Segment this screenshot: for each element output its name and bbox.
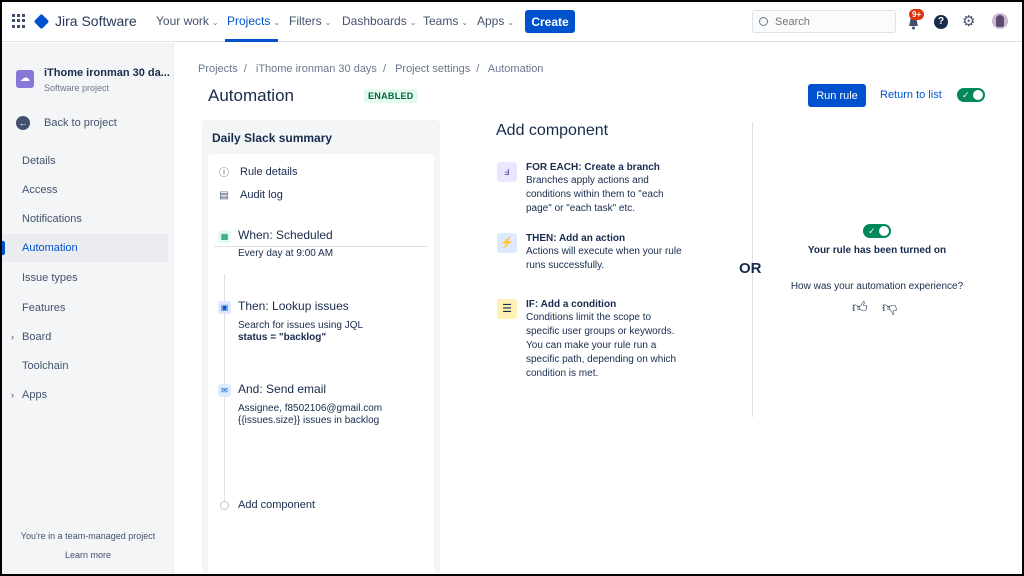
step-lookup-title[interactable]: Then: Lookup issues — [238, 299, 349, 313]
breadcrumb-project-settings[interactable]: Project settings — [395, 63, 470, 75]
chevron-down-icon: ⌄ — [461, 18, 469, 27]
check-icon: ✓ — [868, 226, 876, 236]
step-lookup-desc: Search for issues using JQL — [238, 320, 364, 331]
notification-count-badge: 9+ — [909, 9, 925, 20]
active-nav-indicator — [225, 39, 278, 42]
breadcrumb-projects[interactable]: Projects — [198, 63, 238, 75]
add-component-link[interactable]: Add component — [238, 499, 315, 511]
user-avatar[interactable] — [992, 13, 1008, 29]
add-component-dot — [220, 501, 229, 510]
project-sidebar: ☁ iThome ironman 30 da... Software proje… — [2, 43, 174, 574]
check-icon: ✓ — [962, 90, 970, 100]
settings-gear-icon[interactable]: ⚙ — [962, 14, 975, 29]
document-icon: ▤ — [219, 189, 229, 201]
step-lookup-jql: status = "backlog" — [238, 332, 327, 343]
for-each-desc: Branches apply actions and conditions wi… — [526, 175, 664, 214]
for-each-title[interactable]: FOR EACH: Create a branch — [526, 162, 660, 173]
thumbs-up-icon[interactable]: 👍︎ — [852, 300, 868, 316]
rule-enabled-toggle[interactable]: ✓ — [957, 88, 985, 102]
nav-filters[interactable]: Filters ⌄ — [289, 14, 331, 28]
breadcrumb-project[interactable]: iThome ironman 30 days — [256, 63, 377, 75]
create-button[interactable]: Create — [525, 10, 575, 33]
rule-turned-on-message: Your rule has been turned on — [807, 245, 947, 256]
jira-diamond-icon — [33, 13, 50, 29]
thumbs-down-icon[interactable]: 👎︎ — [882, 300, 897, 316]
audit-log-link[interactable]: ▤ Audit log — [218, 189, 283, 201]
search-icon — [759, 17, 768, 26]
project-name[interactable]: iThome ironman 30 da... — [44, 67, 170, 79]
chevron-down-icon: ⌄ — [211, 18, 219, 27]
learn-more-link[interactable]: Learn more — [2, 550, 174, 560]
sidebar-item-access[interactable]: Access — [2, 176, 168, 204]
then-action-title[interactable]: THEN: Add an action — [526, 233, 625, 244]
breadcrumb: Projects / iThome ironman 30 days / Projec… — [198, 63, 544, 75]
app-switcher-icon[interactable] — [12, 14, 26, 28]
rule-details-link[interactable]: ⓘ Rule details — [218, 164, 297, 180]
project-cloud-icon: ☁ — [16, 70, 34, 88]
nav-apps[interactable]: Apps ⌄ — [477, 14, 514, 28]
back-to-project-label: Back to project — [44, 117, 117, 129]
run-rule-button[interactable]: Run rule — [808, 84, 866, 107]
step-trigger-title[interactable]: When: Scheduled — [238, 228, 333, 242]
lightning-icon: ⚡ — [497, 233, 517, 253]
if-condition-desc: Conditions limit the scope to specific u… — [526, 312, 677, 379]
search-box[interactable] — [752, 10, 896, 33]
info-icon: ⓘ — [219, 168, 229, 179]
lookup-issues-icon: ▣ — [218, 301, 231, 314]
team-managed-footer: You're in a team-managed project Learn m… — [2, 531, 174, 560]
chevron-right-icon: › — [11, 390, 14, 400]
chevron-down-icon: ⌄ — [273, 18, 281, 27]
step-email-desc: Assignee, f8502106@gmail.com — [238, 403, 383, 414]
chevron-right-icon: › — [11, 332, 14, 342]
step-trigger-desc: Every day at 9:00 AM — [238, 248, 334, 259]
project-type: Software project — [44, 83, 110, 93]
status-badge: ENABLED — [364, 89, 418, 103]
search-input[interactable] — [775, 15, 885, 28]
rule-panel: Daily Slack summary ⓘ Rule details ▤ Aud… — [202, 120, 440, 574]
team-managed-text: You're in a team-managed project — [20, 531, 156, 541]
or-label: OR — [739, 260, 762, 277]
nav-projects[interactable]: Projects ⌄ — [227, 14, 280, 28]
email-icon: ✉ — [218, 384, 231, 397]
sidebar-item-apps[interactable]: › Apps — [2, 381, 168, 409]
sidebar-item-issue-types[interactable]: Issue types — [2, 264, 168, 292]
sidebar-item-automation[interactable]: Automation — [2, 234, 168, 262]
rule-name[interactable]: Daily Slack summary — [212, 131, 332, 145]
branch-icon: ⅎ — [497, 162, 517, 182]
then-action-desc: Actions will execute when your rule runs… — [526, 246, 682, 271]
step-email-title[interactable]: And: Send email — [238, 382, 326, 396]
nav-dashboards[interactable]: Dashboards ⌄ — [342, 14, 416, 28]
back-to-project-link[interactable]: ← Back to project — [16, 116, 117, 130]
top-navigation: Jira Software Your work ⌄ Projects ⌄ Filte… — [2, 2, 1022, 42]
back-arrow-icon: ← — [16, 116, 30, 130]
if-condition-title[interactable]: IF: Add a condition — [526, 299, 616, 310]
chevron-down-icon: ⌄ — [324, 18, 332, 27]
rule-on-toggle[interactable]: ✓ — [863, 224, 891, 238]
chevron-down-icon: ⌄ — [409, 18, 417, 27]
jira-window: Jira Software Your work ⌄ Projects ⌄ Filte… — [2, 2, 1022, 574]
help-icon[interactable]: ? — [934, 15, 948, 29]
chevron-down-icon: ⌄ — [507, 18, 515, 27]
sidebar-item-notifications[interactable]: Notifications — [2, 205, 168, 233]
sidebar-item-features[interactable]: Features — [2, 294, 168, 322]
page-title: Automation — [208, 86, 294, 105]
experience-question: How was your automation experience? — [790, 281, 964, 292]
filter-icon: ☰ — [497, 299, 517, 319]
divider — [214, 246, 428, 247]
add-component-heading: Add component — [496, 122, 609, 139]
logo-text: Jira Software — [55, 13, 137, 29]
nav-teams[interactable]: Teams ⌄ — [423, 14, 468, 28]
sidebar-item-board[interactable]: › Board — [2, 323, 168, 351]
rule-flow: ⓘ Rule details ▤ Audit log ▦ When: Sched… — [208, 154, 434, 574]
return-to-list-link[interactable]: Return to list — [880, 89, 942, 101]
jira-logo[interactable]: Jira Software — [33, 13, 137, 29]
nav-your-work[interactable]: Your work ⌄ — [156, 14, 219, 28]
sidebar-item-details[interactable]: Details — [2, 147, 168, 175]
calendar-icon: ▦ — [218, 230, 231, 243]
breadcrumb-automation[interactable]: Automation — [488, 63, 544, 75]
step-email-desc2: {{issues.size}} issues in backlog — [238, 415, 380, 426]
sidebar-item-toolchain[interactable]: Toolchain — [2, 352, 168, 380]
